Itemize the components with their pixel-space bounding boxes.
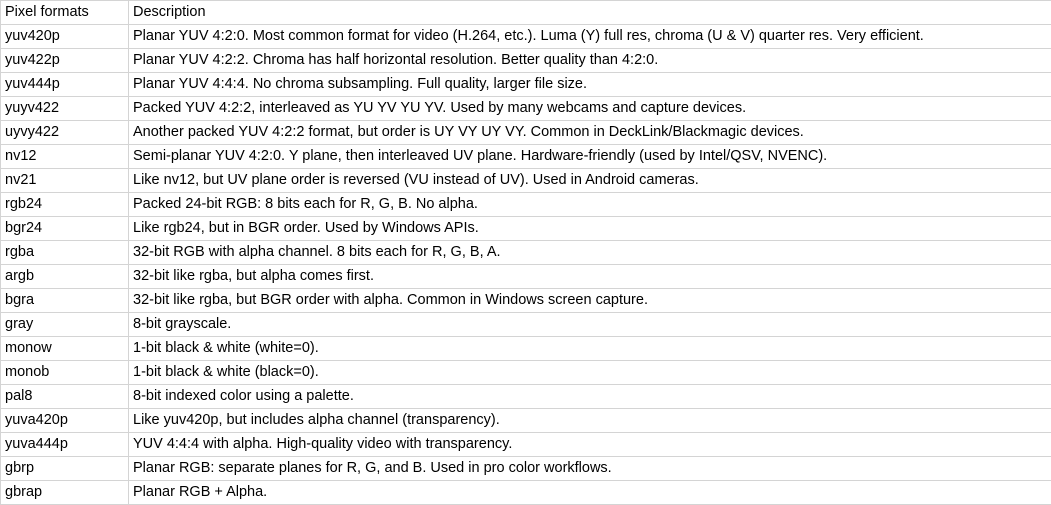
table-row: rgba 32-bit RGB with alpha channel. 8 bit…	[0, 240, 1051, 265]
format-cell[interactable]: monow	[0, 336, 129, 361]
table-row: bgr24 Like rgb24, but in BGR order. Used …	[0, 216, 1051, 241]
table-body: Pixel formats Description yuv420p Planar …	[0, 0, 1051, 505]
table-row: monow 1-bit black & white (white=0).	[0, 336, 1051, 361]
format-cell[interactable]: nv21	[0, 168, 129, 193]
format-cell[interactable]: yuva444p	[0, 432, 129, 457]
table-row: monob 1-bit black & white (black=0).	[0, 360, 1051, 385]
table-row: uyvy422 Another packed YUV 4:2:2 format, …	[0, 120, 1051, 145]
format-cell[interactable]: uyvy422	[0, 120, 129, 145]
description-cell[interactable]: Planar RGB: separate planes for R, G, an…	[128, 456, 1051, 481]
table-row: gray 8-bit grayscale.	[0, 312, 1051, 337]
format-cell[interactable]: yuv422p	[0, 48, 129, 73]
table-row: argb 32-bit like rgba, but alpha comes fi…	[0, 264, 1051, 289]
description-cell[interactable]: Like rgb24, but in BGR order. Used by Wi…	[128, 216, 1051, 241]
header-cell-description[interactable]: Description	[128, 0, 1051, 25]
format-cell[interactable]: nv12	[0, 144, 129, 169]
format-cell[interactable]: monob	[0, 360, 129, 385]
description-cell[interactable]: Like nv12, but UV plane order is reverse…	[128, 168, 1051, 193]
format-cell[interactable]: gbrp	[0, 456, 129, 481]
table-row: yuyv422 Packed YUV 4:2:2, interleaved as …	[0, 96, 1051, 121]
table-row: yuv422p Planar YUV 4:2:2. Chroma has half…	[0, 48, 1051, 73]
description-cell[interactable]: Another packed YUV 4:2:2 format, but ord…	[128, 120, 1051, 145]
format-cell[interactable]: pal8	[0, 384, 129, 409]
header-row: Pixel formats Description	[0, 0, 1051, 25]
description-cell[interactable]: Planar YUV 4:2:0. Most common format for…	[128, 24, 1051, 49]
table-row: yuv444p Planar YUV 4:4:4. No chroma subsa…	[0, 72, 1051, 97]
description-cell[interactable]: YUV 4:4:4 with alpha. High-quality video…	[128, 432, 1051, 457]
description-cell[interactable]: Planar YUV 4:4:4. No chroma subsampling.…	[128, 72, 1051, 97]
description-cell[interactable]: Planar YUV 4:2:2. Chroma has half horizo…	[128, 48, 1051, 73]
table-row: rgb24 Packed 24-bit RGB: 8 bits each for …	[0, 192, 1051, 217]
description-cell[interactable]: 32-bit like rgba, but alpha comes first.	[128, 264, 1051, 289]
description-cell[interactable]: 8-bit indexed color using a palette.	[128, 384, 1051, 409]
format-cell[interactable]: gbrap	[0, 480, 129, 505]
table-row: pal8 8-bit indexed color using a palette.	[0, 384, 1051, 409]
header-cell-pixel-formats[interactable]: Pixel formats	[0, 0, 129, 25]
description-cell[interactable]: Planar RGB + Alpha.	[128, 480, 1051, 505]
description-cell[interactable]: 1-bit black & white (black=0).	[128, 360, 1051, 385]
description-cell[interactable]: 8-bit grayscale.	[128, 312, 1051, 337]
pixel-formats-table: Pixel formats Description yuv420p Planar …	[0, 0, 1051, 505]
format-cell[interactable]: rgba	[0, 240, 129, 265]
table-row: yuva420p Like yuv420p, but includes alpha…	[0, 408, 1051, 433]
description-cell[interactable]: 32-bit like rgba, but BGR order with alp…	[128, 288, 1051, 313]
format-cell[interactable]: yuyv422	[0, 96, 129, 121]
description-cell[interactable]: Like yuv420p, but includes alpha channel…	[128, 408, 1051, 433]
format-cell[interactable]: yuv420p	[0, 24, 129, 49]
table-row: nv12 Semi-planar YUV 4:2:0. Y plane, then…	[0, 144, 1051, 169]
description-cell[interactable]: 1-bit black & white (white=0).	[128, 336, 1051, 361]
table-row: gbrp Planar RGB: separate planes for R, G…	[0, 456, 1051, 481]
format-cell[interactable]: bgr24	[0, 216, 129, 241]
format-cell[interactable]: argb	[0, 264, 129, 289]
description-cell[interactable]: Semi-planar YUV 4:2:0. Y plane, then int…	[128, 144, 1051, 169]
description-cell[interactable]: Packed YUV 4:2:2, interleaved as YU YV Y…	[128, 96, 1051, 121]
format-cell[interactable]: gray	[0, 312, 129, 337]
table-row: yuva444p YUV 4:4:4 with alpha. High-quali…	[0, 432, 1051, 457]
table-row: bgra 32-bit like rgba, but BGR order with…	[0, 288, 1051, 313]
table-row: yuv420p Planar YUV 4:2:0. Most common for…	[0, 24, 1051, 49]
format-cell[interactable]: bgra	[0, 288, 129, 313]
table-row: nv21 Like nv12, but UV plane order is rev…	[0, 168, 1051, 193]
format-cell[interactable]: rgb24	[0, 192, 129, 217]
description-cell[interactable]: 32-bit RGB with alpha channel. 8 bits ea…	[128, 240, 1051, 265]
description-cell[interactable]: Packed 24-bit RGB: 8 bits each for R, G,…	[128, 192, 1051, 217]
format-cell[interactable]: yuva420p	[0, 408, 129, 433]
table-row: gbrap Planar RGB + Alpha.	[0, 480, 1051, 505]
format-cell[interactable]: yuv444p	[0, 72, 129, 97]
